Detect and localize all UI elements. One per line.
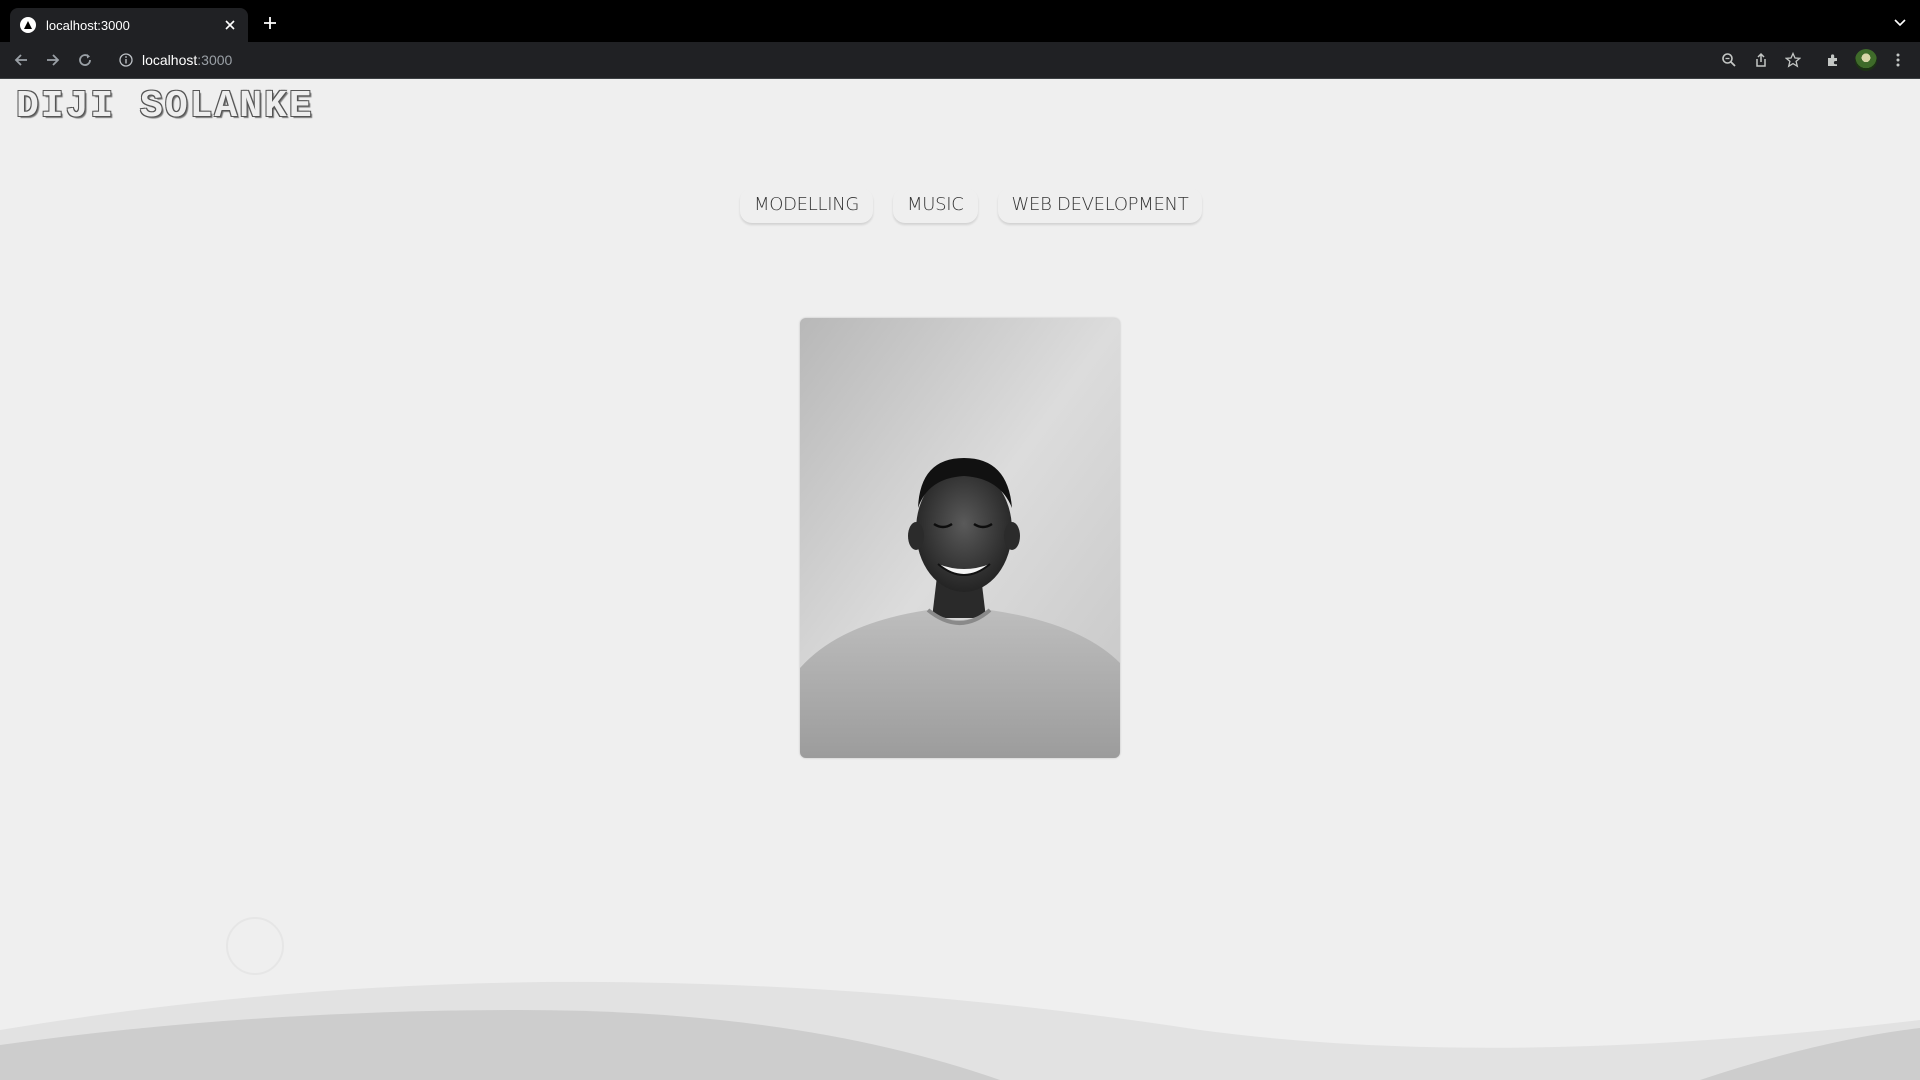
extensions-icon[interactable]	[1824, 51, 1842, 69]
info-icon[interactable]	[118, 52, 134, 68]
forward-arrow-icon[interactable]	[44, 51, 62, 69]
zoom-icon[interactable]	[1720, 51, 1738, 69]
profile-avatar[interactable]	[1855, 49, 1877, 71]
chevron-down-icon[interactable]	[1892, 15, 1908, 31]
browser-toolbar: localhost:3000	[0, 42, 1920, 78]
share-icon[interactable]	[1752, 51, 1770, 69]
nav-modelling-button[interactable]: MODELLING	[740, 188, 874, 223]
site-title[interactable]: DIJI SOLANKE	[16, 85, 314, 128]
browser-tab-strip: localhost:3000	[0, 0, 1920, 42]
footer-wave-decoration	[0, 981, 1920, 1080]
portrait-photo	[800, 318, 1120, 758]
reload-icon[interactable]	[76, 51, 94, 69]
nav-web-development-button[interactable]: WEB DEVELOPMENT	[997, 188, 1203, 223]
plus-icon[interactable]	[260, 13, 280, 33]
browser-tab[interactable]: localhost:3000	[10, 8, 248, 42]
tab-title: localhost:3000	[46, 17, 130, 33]
kebab-menu-icon[interactable]	[1889, 51, 1907, 69]
cursor-ring	[226, 917, 284, 975]
url-host: localhost	[142, 52, 198, 68]
address-bar[interactable]: localhost:3000	[110, 47, 1790, 73]
back-arrow-icon[interactable]	[12, 51, 30, 69]
favicon-triangle-icon	[20, 17, 36, 33]
close-icon[interactable]	[222, 17, 238, 33]
page-content: DIJI SOLANKE MODELLING MUSIC WEB DEVELOP…	[0, 79, 1920, 1080]
main-nav: MODELLING MUSIC WEB DEVELOPMENT	[740, 188, 1203, 223]
url-port: :3000	[197, 52, 233, 68]
nav-music-button[interactable]: MUSIC	[893, 188, 978, 223]
star-icon[interactable]	[1784, 51, 1802, 69]
